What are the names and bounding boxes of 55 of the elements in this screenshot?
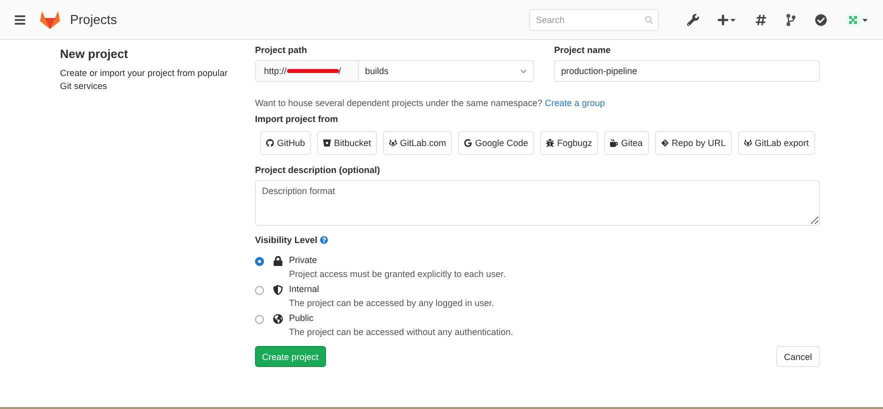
visibility-option-text: The project can be accessed without any authentication. (289, 327, 514, 337)
visibility-option-name: Public (289, 313, 315, 323)
import-source-button[interactable]: GitHub (260, 131, 312, 155)
import-source-button[interactable]: Repo by URL (654, 131, 732, 155)
visibility-option-name: Private (289, 255, 318, 265)
help-icon[interactable] (320, 236, 328, 244)
import-source-button[interactable]: Gitea (604, 131, 649, 155)
plus-icon[interactable] (717, 14, 737, 26)
chevron-down-icon (520, 68, 528, 74)
tea-cup-icon (610, 139, 618, 147)
create-group-link[interactable]: Create a group (544, 98, 605, 108)
visibility-option-text: The project can be accessed by any logged in user. (289, 298, 496, 308)
field-label: Project description (optional) (255, 165, 382, 175)
import-source-button[interactable]: GitLab.com (383, 131, 452, 155)
import-source-button[interactable]: Bitbucket (317, 131, 378, 155)
import-source-button[interactable]: Google Code (458, 131, 534, 155)
hash-icon[interactable] (755, 14, 767, 26)
github-icon (266, 139, 274, 147)
app-title[interactable]: Projects (70, 12, 117, 27)
project-path-field[interactable]: http:// / builds (255, 60, 534, 82)
bucket-icon (323, 139, 332, 147)
search-field[interactable]: Search (529, 8, 659, 30)
section-title: New project (60, 47, 130, 61)
field-label: Project path (255, 45, 308, 55)
field-label: Project name (554, 45, 612, 55)
redaction-mark (286, 69, 339, 73)
import-source-button[interactable]: GitLab export (738, 131, 815, 155)
fox-icon (744, 139, 752, 147)
namespace-value: builds (365, 66, 389, 76)
visibility-option-name: Internal (289, 284, 320, 294)
fox-icon (389, 139, 398, 147)
wrench-icon[interactable] (687, 14, 699, 26)
shield-icon (273, 285, 283, 295)
cancel-button[interactable]: Cancel (776, 346, 820, 367)
url-slash: / (338, 66, 342, 76)
group-hint: Want to house several dependent projects under the same namespace? Create a group (255, 98, 606, 108)
visibility-option-text: Project access must be granted explicitly to each user. (289, 269, 507, 279)
lock-icon (273, 256, 283, 266)
radio-button[interactable] (255, 286, 264, 295)
field-label: Import project from (255, 114, 340, 124)
google-g-icon (464, 139, 472, 147)
field-label: Visibility Level (255, 235, 318, 245)
bug-icon (546, 139, 554, 147)
git-icon (660, 139, 669, 147)
fox-logo-icon[interactable] (40, 10, 60, 28)
project-name-field[interactable]: production-pipeline (554, 60, 820, 82)
search-icon (645, 16, 653, 24)
section-description: Create or import your project from popular Git services (60, 67, 229, 93)
radio-button[interactable] (255, 315, 264, 324)
description-field[interactable]: Description format (255, 180, 820, 226)
radio-button[interactable] (255, 257, 264, 266)
url-prefix: http:// (264, 66, 287, 76)
import-source-button[interactable]: Fogbugz (540, 131, 598, 155)
globe-icon (273, 314, 283, 324)
menu-icon[interactable] (14, 14, 26, 26)
